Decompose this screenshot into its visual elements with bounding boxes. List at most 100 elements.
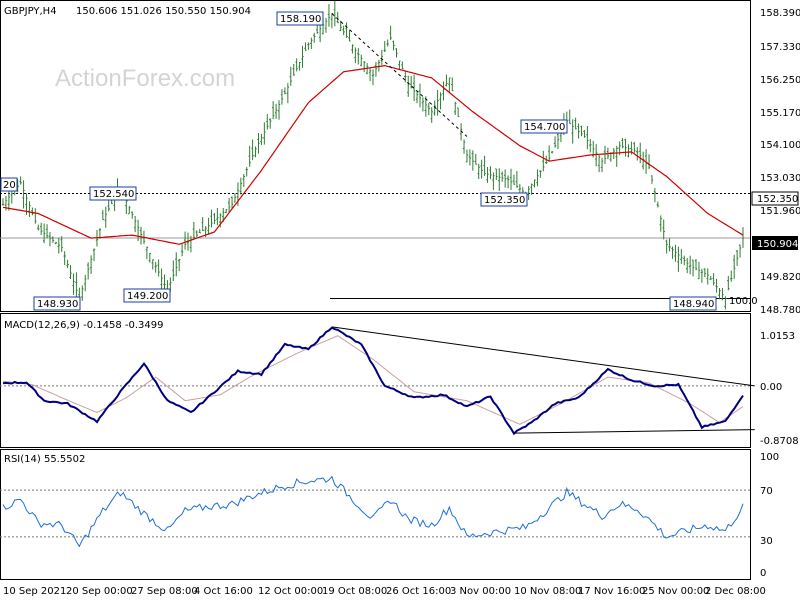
price-tick: 149.820 (760, 272, 800, 283)
price-candle (63, 251, 66, 266)
price-candle (442, 81, 445, 101)
price-candle (175, 252, 178, 277)
fib-label: 100.0 (729, 296, 758, 307)
annotation-left-cut: 20 (0, 177, 18, 192)
price-candle (477, 163, 480, 179)
price-candle (586, 126, 589, 150)
price-candle (691, 259, 695, 277)
price-tick: 154.100 (760, 140, 800, 151)
price-candle (151, 259, 154, 270)
price-candle (131, 211, 134, 219)
price-candle (292, 63, 295, 76)
price-candle (195, 230, 199, 238)
price-candle (633, 141, 636, 153)
price-candle (351, 44, 354, 54)
price-candle (248, 145, 251, 167)
price-candle (700, 268, 704, 283)
price-candle (486, 166, 489, 183)
header-symbol: GBPJPY,H4 (4, 6, 57, 17)
time-tick: 25 Nov 00:00 (642, 586, 709, 597)
price-candle (677, 246, 680, 272)
time-tick: 19 Oct 08:00 (322, 586, 387, 597)
price-candle (686, 257, 689, 274)
chart-canvas: ActionForex.com GBPJPY,H4 150.606 151.02… (0, 0, 800, 597)
price-candle (489, 166, 492, 180)
price-candle (712, 273, 715, 286)
price-candle (336, 11, 339, 24)
price-candle (307, 42, 310, 50)
price-candle (539, 170, 542, 178)
price-candle (615, 145, 618, 167)
svg-text:150.904: 150.904 (757, 239, 798, 250)
price-candle (37, 224, 40, 231)
price-candle (224, 209, 228, 214)
rsi-series (0, 475, 750, 548)
price-candle (327, 4, 331, 27)
price-candle (471, 150, 475, 171)
price-candle (568, 109, 571, 125)
time-tick: 4 Oct 16:00 (194, 586, 253, 597)
price-candle (286, 83, 290, 104)
price-candle (357, 48, 360, 65)
price-candle (647, 154, 651, 170)
price-candle (515, 170, 519, 188)
price-candle (48, 232, 52, 247)
price-candle (503, 169, 507, 188)
time-tick: 10 Nov 08:00 (514, 586, 581, 597)
price-candle (242, 174, 245, 188)
price-candle (45, 224, 49, 239)
price-tick: 151.960 (760, 206, 800, 217)
price-candle (653, 187, 657, 203)
price-candle (19, 176, 22, 185)
annotation-149200: 149.200 (123, 288, 171, 303)
rsi-title: RSI(14) 55.5502 (4, 454, 85, 465)
price-candle (727, 275, 730, 291)
price-candle (401, 61, 404, 70)
price-candle (304, 42, 307, 51)
time-tick: 27 Sep 08:00 (131, 586, 198, 597)
price-candle (260, 133, 263, 145)
price-candle (318, 23, 322, 43)
time-tick: 2 Dec 08:00 (705, 586, 766, 597)
annotation-158190: 158.190 (276, 11, 324, 26)
annotation-154700: 154.700 (520, 119, 568, 134)
price-series (0, 0, 750, 310)
price-candle (57, 237, 60, 254)
price-candle (474, 153, 477, 165)
price-candle (430, 107, 433, 123)
price-candle (89, 255, 93, 274)
price-candle (245, 167, 248, 177)
price-candle (580, 125, 583, 137)
price-candle (624, 138, 627, 157)
svg-text:20: 20 (3, 180, 16, 191)
price-candle (192, 221, 196, 240)
macd-trendline (513, 429, 755, 434)
price-candle (266, 114, 269, 130)
price-candle (298, 61, 301, 71)
price-candle (201, 217, 204, 231)
price-candle (239, 177, 243, 195)
time-tick: 17 Nov 16:00 (578, 586, 645, 597)
price-candle (404, 71, 407, 83)
price-candle (154, 261, 157, 273)
rsi-tick: 30 (760, 536, 773, 547)
price-candle (706, 268, 709, 285)
rsi-panel-frame (0, 449, 751, 580)
price-candle (594, 144, 598, 167)
price-candle (69, 265, 72, 279)
price-candle (213, 212, 216, 225)
tag-current-price: 150.904 (752, 236, 798, 250)
price-candle (133, 215, 137, 233)
time-axis: 10 Sep 2021 20 Sep 00:00 27 Sep 08:00 4 … (3, 586, 766, 597)
price-candle (730, 270, 733, 282)
annotation-152540: 152.540 (89, 186, 137, 201)
rsi-tick: 100 (760, 452, 779, 463)
svg-text:152.350: 152.350 (757, 194, 798, 205)
price-candle (574, 117, 577, 130)
price-candle (42, 223, 46, 244)
price-candle (263, 122, 266, 145)
price-candle (589, 138, 592, 153)
price-candle (456, 107, 460, 117)
watermark: ActionForex.com (55, 65, 235, 92)
price-tick: 157.330 (760, 42, 800, 53)
